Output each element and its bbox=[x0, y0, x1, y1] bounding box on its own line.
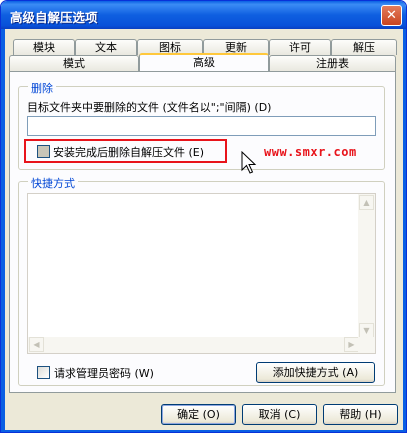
cancel-button-label: 取消 (C) bbox=[258, 408, 301, 421]
tab-registry[interactable]: 注册表 bbox=[269, 55, 396, 71]
scroll-right-arrow-icon[interactable]: ▶ bbox=[344, 337, 359, 352]
help-button-label: 帮助 (H) bbox=[339, 408, 382, 421]
cancel-button[interactable]: 取消 (C) bbox=[242, 404, 317, 425]
ok-button-label: 确定 (O) bbox=[177, 408, 220, 421]
tab-mode[interactable]: 模式 bbox=[9, 55, 139, 71]
scroll-down-arrow-icon[interactable]: ▼ bbox=[359, 323, 374, 338]
delete-files-input[interactable] bbox=[27, 116, 376, 136]
scroll-up-arrow-icon[interactable]: ▲ bbox=[359, 195, 374, 210]
horizontal-scrollbar[interactable]: ◀ ▶ bbox=[28, 337, 360, 353]
tab-label: 注册表 bbox=[316, 57, 349, 70]
request-admin-checkbox[interactable] bbox=[37, 366, 50, 379]
scroll-corner bbox=[358, 337, 375, 353]
delete-sfx-label[interactable]: 安装完成后删除自解压文件 (E) bbox=[53, 144, 204, 160]
delete-group-legend: 删除 bbox=[28, 80, 56, 96]
mouse-pointer-icon bbox=[241, 151, 257, 174]
watermark-text: www.smxr.com bbox=[264, 145, 357, 159]
tab-module[interactable]: 模块 bbox=[13, 39, 75, 55]
tab-label: 模块 bbox=[33, 41, 55, 54]
request-admin-label[interactable]: 请求管理员密码 (W) bbox=[54, 365, 154, 381]
add-shortcut-button[interactable]: 添加快捷方式 (A) bbox=[256, 362, 375, 383]
tab-text[interactable]: 文本 bbox=[75, 39, 137, 55]
shortcut-list[interactable]: ▲ ▼ ◀ ▶ bbox=[27, 193, 376, 354]
close-icon: ✕ bbox=[386, 8, 397, 23]
help-button[interactable]: 帮助 (H) bbox=[323, 404, 398, 425]
tab-label: 许可 bbox=[289, 41, 311, 54]
tab-label: 高级 bbox=[193, 56, 215, 69]
window-title: 高级自解压选项 bbox=[10, 10, 98, 25]
delete-files-label: 目标文件夹中要删除的文件 (文件名以";"间隔) (D) bbox=[27, 101, 272, 114]
tab-extract[interactable]: 解压 bbox=[331, 39, 397, 55]
dialog-window: 高级自解压选项 ✕ 模块 文本 图标 更新 许可 解压 模式 高级 注册表 删除… bbox=[0, 0, 407, 433]
title-bar[interactable]: 高级自解压选项 ✕ bbox=[1, 1, 406, 29]
vertical-scrollbar[interactable]: ▲ ▼ bbox=[358, 194, 375, 339]
ok-button[interactable]: 确定 (O) bbox=[161, 404, 236, 425]
tab-advanced[interactable]: 高级 bbox=[139, 53, 269, 71]
delete-sfx-checkbox[interactable] bbox=[37, 145, 50, 158]
window-frame-left bbox=[1, 29, 5, 432]
tab-label: 解压 bbox=[353, 41, 375, 54]
add-shortcut-button-label: 添加快捷方式 (A) bbox=[272, 366, 359, 379]
window-frame-right bbox=[403, 29, 406, 432]
tab-label: 文本 bbox=[95, 41, 117, 54]
tab-license[interactable]: 许可 bbox=[269, 39, 331, 55]
shortcut-group-legend: 快捷方式 bbox=[28, 175, 78, 191]
close-button[interactable]: ✕ bbox=[381, 5, 402, 26]
scroll-left-arrow-icon[interactable]: ◀ bbox=[29, 337, 44, 352]
tab-label: 模式 bbox=[63, 57, 85, 70]
